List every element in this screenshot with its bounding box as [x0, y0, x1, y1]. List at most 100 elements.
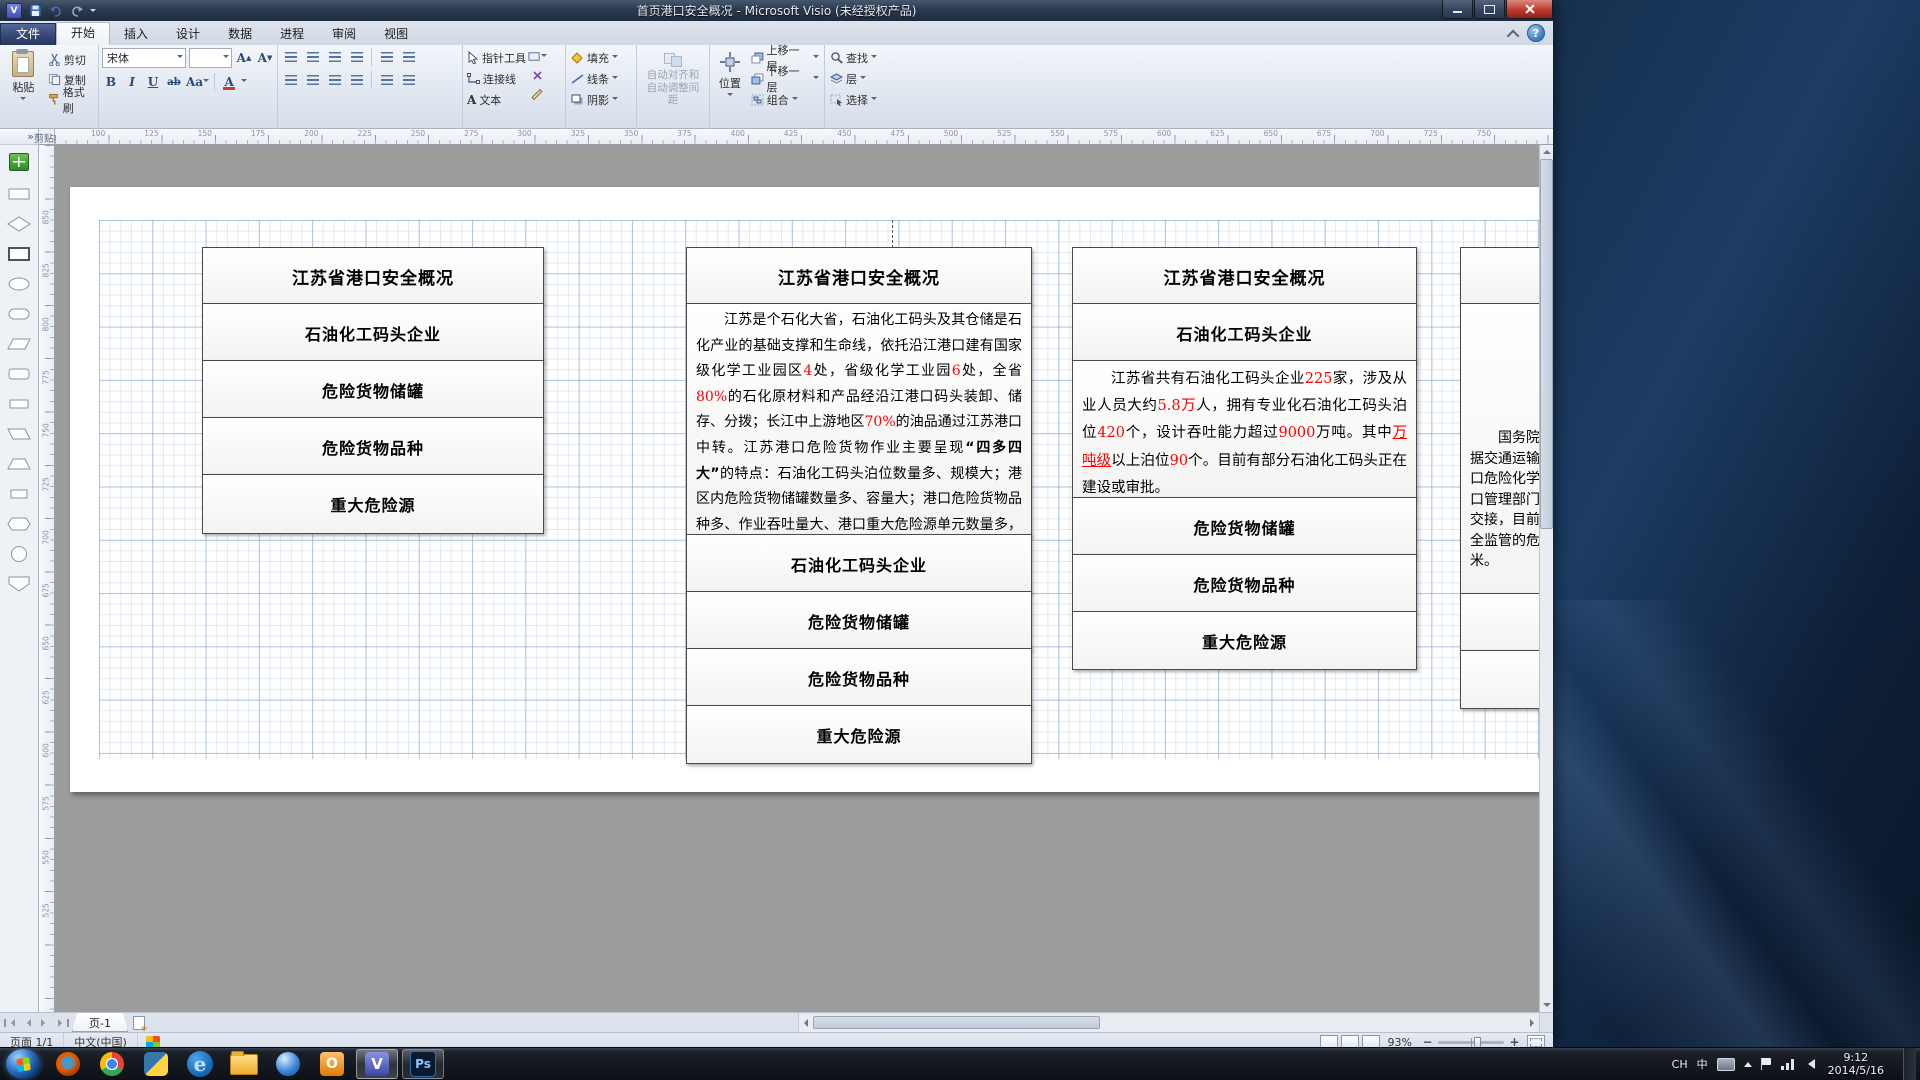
tab-file[interactable]: 文件 [0, 23, 56, 45]
font-color-dropdown[interactable] [241, 79, 247, 85]
scroll-down-button[interactable] [1540, 999, 1553, 1012]
flow-box-col1-item4[interactable]: 重大危险源 [202, 474, 544, 534]
cut-button[interactable]: 剪切 [46, 51, 95, 68]
scroll-left-button[interactable] [799, 1016, 812, 1029]
close-button[interactable] [1506, 0, 1553, 19]
stencil-rectangle-icon[interactable] [6, 185, 32, 203]
horizontal-scrollbar-thumb[interactable] [813, 1016, 1100, 1029]
first-page-button[interactable] [0, 1013, 18, 1032]
taskbar-media-icon[interactable] [268, 1050, 308, 1078]
maximize-button[interactable] [1474, 0, 1505, 19]
stencil-rectangle2-icon[interactable] [6, 395, 32, 413]
flow-box-col2-paragraph[interactable]: 江苏是个石化大省，石油化工码头及其仓储是石化产业的基础支撑和生命线，依托沿江港口… [686, 303, 1032, 536]
action-center-icon[interactable] [1761, 1058, 1772, 1070]
hidden-icons-button[interactable] [1744, 1058, 1752, 1067]
flow-box-col2-title[interactable]: 江苏省港口安全概况 [686, 247, 1032, 305]
flow-box-col1-title[interactable]: 江苏省港口安全概况 [202, 247, 544, 305]
font-size-select[interactable] [189, 48, 232, 68]
text-tool-button[interactable]: A 文本 [466, 90, 527, 109]
start-button[interactable] [6, 1049, 40, 1079]
flow-box-col3-title[interactable]: 江苏省港口安全概况 [1072, 247, 1417, 305]
taskbar-photoshop-icon[interactable]: Ps [402, 1049, 444, 1079]
italic-button[interactable]: I [123, 73, 141, 91]
stencil-trapezoid-icon[interactable] [6, 455, 32, 473]
underline-button[interactable]: U [144, 73, 162, 91]
clock[interactable]: 9:12 2014/5/16 [1822, 1051, 1894, 1077]
flow-box-col2-item1[interactable]: 石油化工码头企业 [686, 534, 1032, 593]
stencil-rectangle3-icon[interactable] [6, 485, 32, 503]
vertical-scrollbar[interactable] [1539, 145, 1553, 1012]
connector-tool-button[interactable]: 连接线 [466, 69, 527, 88]
flow-box-col1-item2[interactable]: 危险货物储罐 [202, 360, 544, 419]
ime-mode-button[interactable]: 中 [1697, 1056, 1708, 1072]
find-button[interactable]: 查找 [828, 48, 898, 67]
flow-box-col4-title[interactable] [1460, 247, 1539, 305]
vertical-scrollbar-thumb[interactable] [1540, 159, 1553, 529]
flow-box-col1-item1[interactable]: 石油化工码头企业 [202, 303, 544, 362]
font-family-select[interactable]: 宋体 [102, 48, 186, 68]
bullets-icon[interactable] [281, 49, 300, 66]
tab-insert[interactable]: 插入 [110, 24, 162, 45]
connection-point-tool-button[interactable] [528, 67, 547, 84]
ime-keyboard-icon[interactable] [1717, 1058, 1735, 1071]
more-shapes-icon[interactable] [9, 153, 29, 171]
flow-box-col2-item2[interactable]: 危险货物储罐 [686, 591, 1032, 650]
line-spacing-icon[interactable] [377, 49, 396, 66]
volume-icon[interactable] [1803, 1059, 1815, 1069]
taskbar-explorer-icon[interactable] [224, 1050, 264, 1078]
stencil-circle-icon[interactable] [6, 545, 32, 563]
tab-view[interactable]: 视图 [370, 24, 422, 45]
paste-button[interactable]: 粘贴 [3, 48, 44, 112]
bold-button[interactable]: B [102, 73, 120, 91]
send-backward-button[interactable]: 下移一层 [749, 69, 821, 88]
horizontal-scrollbar[interactable] [798, 1013, 1539, 1032]
stencil-diamond-icon[interactable] [6, 215, 32, 233]
network-icon[interactable] [1781, 1059, 1794, 1070]
next-page-button[interactable] [36, 1013, 54, 1032]
flow-box-col1-item3[interactable]: 危险货物品种 [202, 417, 544, 476]
change-case-button[interactable]: Aa [186, 73, 209, 91]
tab-design[interactable]: 设计 [162, 24, 214, 45]
flow-box-col4-item1[interactable] [1460, 593, 1539, 652]
zoom-slider[interactable] [1438, 1041, 1504, 1044]
last-page-button[interactable] [54, 1013, 72, 1032]
align-right-icon[interactable] [325, 72, 344, 89]
flow-box-col3-item2[interactable]: 危险货物品种 [1072, 554, 1417, 613]
show-desktop-button[interactable] [1903, 1048, 1916, 1080]
ime-language-button[interactable]: CH [1672, 1058, 1688, 1071]
align-left-icon[interactable] [281, 72, 300, 89]
minimize-ribbon-button[interactable] [1505, 27, 1523, 41]
taskbar-visio-icon[interactable]: V [356, 1049, 398, 1079]
layers-button[interactable]: 层 [828, 69, 898, 88]
select-button[interactable]: 选择 [828, 90, 898, 109]
line-button[interactable]: 线条 [569, 69, 633, 88]
pointer-tool-button[interactable]: 指针工具 [466, 48, 527, 67]
shadow-button[interactable]: 阴影 [569, 90, 633, 109]
stencil-shield-icon[interactable] [6, 575, 32, 593]
stencil-parallelogram-icon[interactable] [6, 335, 32, 353]
stencil-rounded-rectangle-icon[interactable] [6, 305, 32, 323]
stencil-parallelogram2-icon[interactable] [6, 425, 32, 443]
insert-page-button[interactable] [128, 1013, 150, 1032]
format-painter-button[interactable]: 格式刷 [46, 91, 95, 108]
rectangle-tool-button[interactable] [528, 48, 547, 65]
page-tab-1[interactable]: 页-1 [72, 1013, 128, 1032]
stencil-hexagon-icon[interactable] [6, 515, 32, 533]
stencil-rounded-rectangle2-icon[interactable] [6, 365, 32, 383]
stencil-rectangle-selected-icon[interactable] [6, 245, 32, 263]
tab-data[interactable]: 数据 [214, 24, 266, 45]
flow-box-col4-paragraph[interactable]: 国务院新《 据交通运输部和 口危险化学品安 口管理部门与安 交接，目前江苏 全监… [1460, 303, 1539, 595]
taskbar-firefox-icon[interactable] [48, 1050, 88, 1078]
increase-indent-icon[interactable] [347, 49, 366, 66]
taskbar-chrome-icon[interactable] [92, 1050, 132, 1078]
position-button[interactable]: 位置 [713, 48, 747, 112]
minimize-button[interactable] [1442, 0, 1473, 19]
help-button[interactable]: ? [1527, 24, 1545, 42]
font-color-button[interactable]: A [220, 73, 238, 91]
auto-align-button[interactable]: 自动对齐和 自动调整间距 [644, 48, 702, 112]
flow-box-col3-item1[interactable]: 危险货物储罐 [1072, 497, 1417, 556]
scroll-right-button[interactable] [1526, 1016, 1539, 1029]
grow-font-button[interactable]: A▲ [235, 49, 253, 67]
tab-review[interactable]: 审阅 [318, 24, 370, 45]
flow-box-col2-item4[interactable]: 重大危险源 [686, 705, 1032, 764]
